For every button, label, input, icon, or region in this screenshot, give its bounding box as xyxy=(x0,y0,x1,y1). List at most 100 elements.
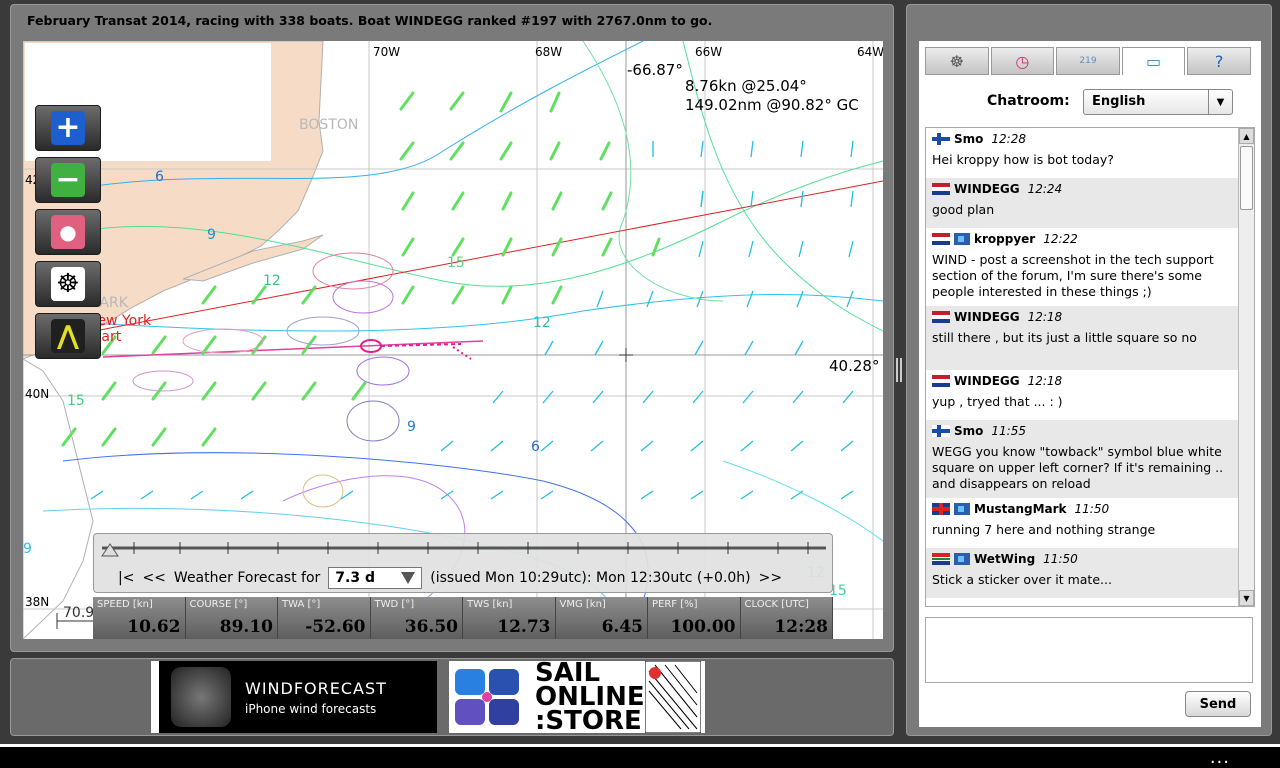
tab-clock[interactable]: ◷ xyxy=(990,47,1055,75)
race-status-title: February Transat 2014, racing with 338 b… xyxy=(27,13,713,28)
clock-icon: ◷ xyxy=(1015,51,1030,71)
country-flag-icon xyxy=(932,503,950,515)
weather-forecast-panel: |< << Weather Forecast for 7.3 d (issued… xyxy=(93,533,833,593)
contour-label: 9 xyxy=(407,419,416,435)
sol-badge-icon xyxy=(954,233,970,245)
steering-wheel-button[interactable]: ☸ xyxy=(35,261,101,307)
contour-label: 12 xyxy=(533,315,551,331)
chat-username[interactable]: WINDEGG xyxy=(954,182,1020,196)
sol-badge-icon xyxy=(954,503,970,515)
chat-message-input[interactable] xyxy=(925,617,1253,683)
forecast-prev-button[interactable]: << xyxy=(142,570,165,586)
contour-label: 6 xyxy=(531,439,540,455)
chat-bubble-icon: ▭ xyxy=(1146,52,1162,71)
zoom-out-button[interactable]: − xyxy=(35,157,101,203)
city-boston: BOSTON xyxy=(299,117,359,133)
country-flag-icon xyxy=(932,233,950,245)
instrument-speed: SPEED [kn] 10.62 xyxy=(93,597,186,639)
chat-timestamp: 11:55 xyxy=(991,424,1026,438)
chat-messages: Smo 12:28 Hei kroppy how is bot today? WIND… xyxy=(926,128,1254,598)
send-button[interactable]: Send xyxy=(1185,691,1251,717)
forecast-issued-text: (issued Mon 10:29utc): Mon 12:30utc (+0.… xyxy=(430,570,751,586)
compass-tool-button[interactable]: ⋀ xyxy=(35,313,101,359)
scroll-thumb[interactable] xyxy=(1240,146,1253,210)
instrument-clock: CLOCK [UTC] 12:28 xyxy=(740,597,833,639)
forecast-next-button[interactable]: >> xyxy=(759,570,782,586)
tab-settings[interactable]: ☸ xyxy=(925,47,989,75)
chat-timestamp: 11:50 xyxy=(1074,502,1110,516)
instrument-course: COURSE [°] 89.10 xyxy=(185,597,278,639)
scroll-down-icon[interactable]: ▼ xyxy=(1239,590,1254,606)
panel-splitter[interactable] xyxy=(896,358,902,382)
instrument-vmg: VMG [kn] 6.45 xyxy=(555,597,648,639)
ship-wheel-icon: ☸ xyxy=(51,267,85,301)
chat-text: WEGG you know "towback" symbol blue whit… xyxy=(932,444,1224,491)
forecast-controls: |< << Weather Forecast for 7.3 d (issued… xyxy=(118,567,790,589)
instrument-twa: TWA [°] -52.60 xyxy=(278,597,371,639)
instrument-perf: PERF [%] 100.00 xyxy=(648,597,741,639)
chat-scrollbar[interactable]: ▲ ▼ xyxy=(1238,128,1254,606)
chat-timestamp: 12:18 xyxy=(1027,374,1063,388)
scroll-up-icon[interactable]: ▲ xyxy=(1239,128,1254,144)
center-boat-button[interactable]: ● xyxy=(35,209,101,255)
chat-text: Stick a sticker over it mate... xyxy=(932,572,1112,587)
contour-label: 6 xyxy=(155,169,164,185)
cursor-longitude: -66.87° xyxy=(627,61,683,79)
chatroom-language-select[interactable]: English ▼ xyxy=(1083,89,1233,115)
tab-help[interactable]: ? xyxy=(1187,47,1251,75)
chat-message-list[interactable]: Smo 12:28 Hei kroppy how is bot today? WIND… xyxy=(925,127,1255,607)
forecast-first-button[interactable]: |< xyxy=(118,570,134,586)
chat-message: WINDEGG 12:24 good plan xyxy=(926,178,1254,228)
lon-tick-66w: 66W xyxy=(695,45,723,59)
chat-panel: ☸ ◷ 219 ▭ ? Chatroom: English ▼ Smo 12:28… xyxy=(919,41,1261,727)
country-flag-icon xyxy=(932,311,950,323)
windforecast-ad[interactable]: WINDFORECAST iPhone wind forecasts xyxy=(151,661,437,733)
cursor-latitude: 40.28° xyxy=(829,357,880,375)
timeline-handle xyxy=(101,543,119,557)
chat-username[interactable]: MustangMark xyxy=(974,502,1067,516)
chat-timestamp: 11:50 xyxy=(1043,552,1078,566)
country-flag-icon xyxy=(932,553,950,565)
chat-username[interactable]: WINDEGG xyxy=(954,310,1020,324)
more-menu-icon[interactable]: ... xyxy=(1210,747,1230,768)
forecast-duration-select[interactable]: 7.3 d xyxy=(328,567,423,589)
chat-timestamp: 12:18 xyxy=(1027,310,1063,324)
minus-icon: − xyxy=(51,163,85,197)
zoom-in-button[interactable]: + xyxy=(35,105,101,151)
chat-username[interactable]: kroppyer xyxy=(974,232,1035,246)
contour-label: 9 xyxy=(23,541,32,557)
chat-username[interactable]: Smo xyxy=(954,132,983,146)
compass-rose-icon xyxy=(171,667,231,727)
chat-username[interactable]: Smo xyxy=(954,424,983,438)
chat-text: Hei kroppy how is bot today? xyxy=(932,152,1114,167)
country-flag-icon xyxy=(932,425,950,437)
forecast-timeline[interactable] xyxy=(94,534,834,560)
chat-timestamp: 12:22 xyxy=(1043,232,1078,246)
cursor-distance: 149.02nm @90.82° GC xyxy=(685,96,859,114)
lat-tick-40n: 40N xyxy=(25,387,50,401)
chat-message: Smo 12:28 Hei kroppy how is bot today? xyxy=(926,128,1254,178)
sail-online-store-ad[interactable]: SAIL ONLINE :STORE xyxy=(449,660,705,734)
ad-banner-area: WINDFORECAST iPhone wind forecasts SAIL … xyxy=(10,658,894,736)
chatroom-label: Chatroom: xyxy=(987,93,1070,109)
bottom-bar: ... xyxy=(0,744,1280,768)
race-map[interactable]: 6 9 12 15 12 9 6 9 12 15 15 70W 68W 66W … xyxy=(23,41,883,639)
contour-label: 12 xyxy=(263,273,281,289)
plus-icon: + xyxy=(51,111,85,145)
boat-target-icon: ● xyxy=(51,215,85,249)
divider-compass-icon: ⋀ xyxy=(51,319,85,353)
ad-wind-title: WINDFORECAST xyxy=(245,678,387,698)
chat-username[interactable]: WINDEGG xyxy=(954,374,1020,388)
side-panel: ☸ ◷ 219 ▭ ? Chatroom: English ▼ Smo 12:28… xyxy=(906,4,1272,736)
ship-wheel-icon: ☸ xyxy=(949,51,964,71)
tab-chat[interactable]: ▭ xyxy=(1121,47,1186,75)
country-flag-icon xyxy=(932,183,950,195)
tab-ranking[interactable]: 219 xyxy=(1056,47,1120,75)
chat-username[interactable]: WetWing xyxy=(974,552,1035,566)
side-tabs: ☸ ◷ 219 ▭ ? xyxy=(925,47,1253,75)
country-flag-icon xyxy=(932,133,950,145)
chat-message: WINDEGG 12:18 still there , but its just a… xyxy=(926,306,1254,370)
chat-timestamp: 12:24 xyxy=(1027,182,1063,196)
chat-message: Smo 11:55 WEGG you know "towback" symbol b… xyxy=(926,420,1254,498)
ranking-icon: 219 xyxy=(1079,56,1097,66)
